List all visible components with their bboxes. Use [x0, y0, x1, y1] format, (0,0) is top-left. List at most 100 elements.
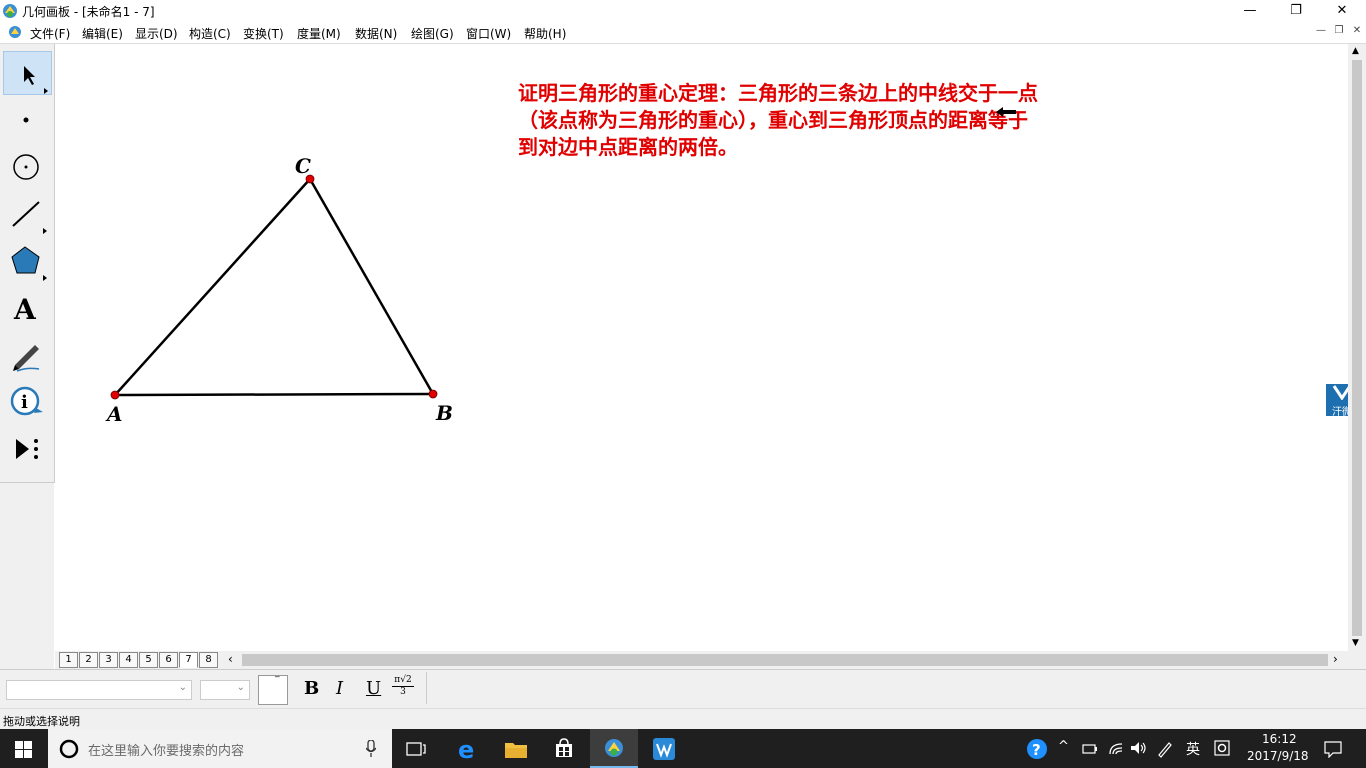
clock-date[interactable]: 2017/9/18: [1247, 749, 1309, 763]
page-tab-7-active[interactable]: 7: [179, 652, 198, 668]
scroll-down-icon[interactable]: ▼: [1352, 638, 1362, 648]
help-question-icon[interactable]: ?: [1026, 738, 1048, 760]
info-tool-button[interactable]: i: [3, 380, 50, 422]
menu-data[interactable]: 数据(N): [355, 25, 397, 42]
page-tab-3[interactable]: 3: [99, 652, 118, 668]
minimize-button[interactable]: —: [1227, 0, 1273, 22]
document-icon[interactable]: [8, 25, 22, 39]
circle-icon: [13, 154, 39, 180]
vertical-scrollbar[interactable]: ▲ ▼: [1348, 44, 1366, 651]
label-c[interactable]: C: [295, 154, 311, 178]
math-denominator: 3: [400, 687, 406, 697]
scroll-right-icon[interactable]: ›: [1333, 652, 1338, 666]
geometer-app-icon: [3, 4, 17, 18]
doc-close-button[interactable]: ✕: [1348, 25, 1366, 41]
geometer-taskbar-button[interactable]: [590, 729, 638, 768]
play-more-icon: [16, 439, 38, 459]
underline-button[interactable]: U: [366, 678, 381, 699]
menu-edit[interactable]: 编辑(E): [82, 25, 123, 42]
pen-icon: [13, 345, 40, 372]
volume-icon[interactable]: [1130, 740, 1148, 756]
page-tab-4[interactable]: 4: [119, 652, 138, 668]
chevron-down-icon: ⌄: [178, 682, 187, 693]
page-tab-6[interactable]: 6: [159, 652, 178, 668]
point-a[interactable]: [110, 390, 120, 400]
custom-tool-button[interactable]: [3, 427, 50, 469]
restore-button[interactable]: ❐: [1273, 0, 1319, 22]
italic-button[interactable]: I: [336, 678, 343, 699]
search-placeholder: 在这里输入你要搜索的内容: [88, 744, 245, 759]
text-tool-button[interactable]: A: [3, 286, 50, 328]
arrow-icon: [24, 66, 48, 94]
chevron-down-icon: ⌄: [236, 682, 245, 693]
scroll-left-icon[interactable]: ‹: [228, 652, 233, 666]
svg-text:i: i: [21, 392, 28, 413]
edge-icon: e: [458, 737, 474, 761]
menu-help[interactable]: 帮助(H): [524, 25, 566, 42]
action-center-icon[interactable]: [1324, 740, 1342, 758]
clock-time[interactable]: 16:12: [1262, 732, 1297, 746]
polygon-icon: [11, 246, 47, 281]
edge-browser-button[interactable]: e: [444, 729, 492, 768]
text-format-toolbar: ⌄ ⌄ ‾: [0, 669, 1366, 708]
compass-tool-button[interactable]: [3, 145, 50, 187]
marker-tool-button[interactable]: [3, 333, 50, 375]
bold-button[interactable]: B: [304, 678, 319, 699]
close-button[interactable]: ✕: [1319, 0, 1365, 22]
font-size-select[interactable]: ⌄: [200, 680, 250, 700]
svg-text:e: e: [458, 737, 474, 761]
folder-icon: [505, 743, 527, 758]
wifi-icon[interactable]: [1108, 740, 1124, 756]
menu-construct[interactable]: 构造(C): [189, 25, 231, 42]
scroll-up-icon[interactable]: ▲: [1352, 46, 1362, 56]
title-bar: 几何画板 - [未命名1 - 7] — ❐ ✕: [0, 0, 1366, 22]
menu-display[interactable]: 显示(D): [135, 25, 178, 42]
geometer-app-icon: [605, 739, 623, 757]
show-hidden-icons-chevron-icon[interactable]: ^: [1058, 739, 1069, 754]
point-tool-button[interactable]: [3, 98, 50, 140]
menu-measure[interactable]: 度量(M): [297, 25, 341, 42]
pen-input-icon[interactable]: [1156, 740, 1174, 758]
taskbar-search-box[interactable]: 在这里输入你要搜索的内容: [48, 729, 392, 768]
windows-start-icon[interactable]: [15, 741, 32, 758]
battery-icon[interactable]: [1082, 742, 1098, 756]
segment-ab[interactable]: [114, 392, 434, 397]
page-tab-5[interactable]: 5: [139, 652, 158, 668]
microphone-icon[interactable]: [366, 740, 376, 758]
qq-input-icon[interactable]: [1214, 740, 1230, 756]
text-color-button[interactable]: ‾: [258, 675, 288, 705]
point-icon: [23, 117, 29, 123]
wps-taskbar-button[interactable]: [640, 729, 688, 768]
file-explorer-button[interactable]: [492, 729, 540, 768]
menu-transform[interactable]: 变换(T): [243, 25, 284, 42]
vertical-scroll-thumb[interactable]: [1352, 60, 1362, 636]
horizontal-scroll-thumb[interactable]: [242, 654, 1328, 666]
font-family-select[interactable]: ⌄: [6, 680, 192, 700]
arrow-tool-button[interactable]: [3, 51, 52, 95]
menu-file[interactable]: 文件(F): [30, 25, 70, 42]
toolbar-divider: [426, 672, 427, 704]
doc-minimize-button[interactable]: —: [1312, 25, 1330, 41]
cortana-icon: [59, 739, 79, 759]
polygon-tool-button[interactable]: [3, 239, 50, 281]
theorem-caption[interactable]: 证明三角形的重心定理：三角形的三条边上的中线交于一点 （该点称为三角形的重心），…: [518, 80, 1178, 161]
page-tab-8[interactable]: 8: [199, 652, 218, 668]
math-format-button[interactable]: π√2 3: [392, 675, 414, 703]
straightedge-tool-button[interactable]: [3, 192, 50, 234]
text-a-icon: A: [13, 293, 37, 326]
menu-graph[interactable]: 绘图(G): [411, 25, 454, 42]
label-b[interactable]: B: [436, 401, 453, 425]
page-tab-2[interactable]: 2: [79, 652, 98, 668]
store-button[interactable]: [540, 729, 588, 768]
segment-ca[interactable]: [114, 178, 311, 396]
task-view-button[interactable]: [392, 729, 440, 768]
menu-window[interactable]: 窗口(W): [466, 25, 511, 42]
doc-restore-button[interactable]: ❐: [1330, 25, 1348, 41]
segment-bc[interactable]: [308, 178, 435, 395]
task-view-icon: [406, 742, 426, 756]
page-tab-1[interactable]: 1: [59, 652, 78, 668]
point-b[interactable]: [428, 389, 438, 399]
ime-language-indicator[interactable]: 英: [1186, 739, 1200, 759]
store-bag-icon: [556, 738, 572, 757]
label-a[interactable]: A: [107, 402, 123, 426]
